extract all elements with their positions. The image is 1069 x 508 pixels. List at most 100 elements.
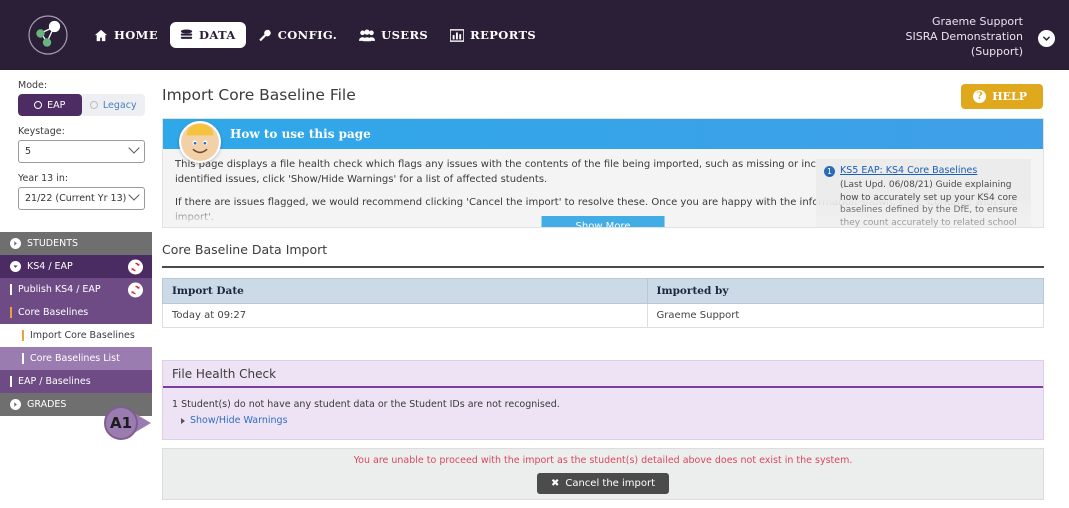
chevron-down-icon — [1043, 36, 1050, 41]
guide-link-box[interactable]: 1 KS5 EAP: KS4 Core Baselines (Last Upd.… — [816, 159, 1031, 228]
bar-chart-icon — [450, 28, 465, 42]
keystage-label: Keystage: — [18, 126, 65, 137]
radio-unselected-icon — [89, 101, 98, 109]
main-content: Import Core Baseline File ? HELP How to … — [152, 70, 1069, 508]
file-health-check-message: 1 Student(s) do not have any student dat… — [172, 399, 560, 410]
chevron-down-icon — [128, 189, 140, 201]
file-health-check-title: File Health Check — [163, 361, 1043, 388]
sidebar-item-ks4-eap[interactable]: KS4 / EAP — [0, 255, 152, 278]
question-mark-icon: ? — [973, 90, 987, 103]
nav-item-data[interactable]: DATA — [169, 22, 246, 48]
menu-tick-marker — [10, 376, 12, 387]
sidebar-item-core-baselines-list[interactable]: Core Baselines List — [0, 347, 152, 370]
page-title: Import Core Baseline File — [162, 86, 356, 104]
guide-number-badge: 1 — [824, 166, 835, 177]
file-health-check-body: 1 Student(s) do not have any student dat… — [163, 388, 1043, 437]
how-to-use-header: How to use this page — [163, 119, 1043, 149]
sync-icon[interactable] — [128, 282, 143, 297]
sidebar-item-students[interactable]: STUDENTS — [0, 232, 152, 255]
nav-label-config: CONFIG. — [277, 28, 338, 42]
section-title: Core Baseline Data Import — [162, 242, 328, 257]
nav-label-data: DATA — [198, 28, 236, 42]
nav-item-home[interactable]: HOME — [84, 22, 168, 48]
database-icon — [180, 28, 193, 42]
section-divider — [162, 266, 1044, 268]
mode-toggle-group[interactable]: EAP Legacy — [18, 94, 145, 116]
table-header-row: Import Date Imported by — [162, 278, 1045, 304]
sidebar-label-students: STUDENTS — [27, 238, 79, 249]
keystage-select[interactable]: 5 — [18, 140, 145, 163]
file-health-check-panel: File Health Check 1 Student(s) do not ha… — [162, 360, 1044, 440]
menu-tick-marker — [22, 330, 24, 341]
year-value: 21/22 (Current Yr 13) — [25, 193, 127, 204]
year-label: Year 13 in: — [18, 173, 69, 184]
mode-option-legacy[interactable]: Legacy — [82, 94, 146, 116]
circle-chevron-down-icon — [10, 261, 21, 272]
chevron-down-icon — [128, 142, 140, 154]
user-menu-toggle[interactable] — [1038, 30, 1055, 47]
sync-icon[interactable] — [128, 259, 143, 274]
sidebar-label-eap-baselines: EAP / Baselines — [18, 376, 91, 387]
mode-option-eap[interactable]: EAP — [18, 94, 82, 116]
menu-tick-marker — [10, 284, 12, 295]
cancel-import-label: Cancel the import — [565, 477, 656, 489]
sidebar-label-core-baselines-list: Core Baselines List — [30, 353, 120, 364]
left-sidebar: Mode: EAP Legacy Keystage: 5 Year 13 in:… — [0, 70, 152, 508]
help-button-label: HELP — [992, 90, 1027, 103]
year-select[interactable]: 21/22 (Current Yr 13) — [18, 187, 145, 210]
help-button[interactable]: ? HELP — [961, 84, 1043, 109]
guide-description: (Last Upd. 06/08/21) Guide explaining ho… — [840, 180, 1018, 228]
app-logo[interactable] — [18, 10, 78, 60]
column-header-import-date: Import Date — [162, 278, 648, 304]
user-organisation: SISRA Demonstration — [905, 30, 1023, 43]
nav-item-reports[interactable]: REPORTS — [440, 22, 546, 48]
menu-tick-marker — [22, 353, 24, 364]
nav-label-reports: REPORTS — [470, 28, 537, 42]
keystage-value: 5 — [25, 146, 32, 157]
show-hide-warnings-label: Show/Hide Warnings — [190, 415, 288, 426]
main-nav-items: HOME DATA CONFIG. USERS REPORTS — [84, 22, 546, 48]
how-to-use-title: How to use this page — [230, 127, 371, 141]
mode-option-legacy-label: Legacy — [102, 99, 137, 111]
import-error-message: You are unable to proceed with the impor… — [353, 454, 853, 466]
sidebar-label-import-core-baselines: Import Core Baselines — [30, 330, 135, 341]
users-icon — [359, 28, 376, 42]
top-navigation-bar: HOME DATA CONFIG. USERS REPORTS Graeme S… — [0, 0, 1069, 70]
show-hide-warnings-link[interactable]: Show/Hide Warnings — [181, 415, 1034, 426]
close-x-icon: ✖ — [550, 477, 560, 489]
cancel-import-button[interactable]: ✖ Cancel the import — [536, 472, 670, 494]
user-name: Graeme Support — [931, 15, 1023, 28]
table-row: Today at 09:27 Graeme Support — [162, 303, 1045, 328]
nav-label-users: USERS — [381, 28, 429, 42]
radio-selected-icon — [34, 101, 43, 109]
annotation-label-a1: A1 — [104, 406, 138, 440]
show-more-button[interactable]: Show More — [541, 216, 665, 227]
circle-arrow-icon — [10, 399, 21, 410]
sidebar-item-import-core-baselines[interactable]: Import Core Baselines — [0, 324, 152, 347]
cell-imported-by: Graeme Support — [646, 303, 1045, 328]
nav-item-config[interactable]: CONFIG. — [248, 22, 347, 48]
nav-item-users[interactable]: USERS — [349, 22, 438, 48]
user-role: (Support) — [970, 45, 1023, 58]
network-nodes-logo-icon — [28, 15, 68, 55]
wrench-icon — [258, 29, 272, 42]
user-info[interactable]: Graeme Support SISRA Demonstration (Supp… — [906, 14, 1023, 59]
guide-link-label: KS5 EAP: KS4 Core Baselines — [840, 165, 978, 176]
menu-tick-marker — [10, 307, 12, 318]
circle-arrow-icon — [10, 238, 21, 249]
sidebar-label-core-baselines: Core Baselines — [18, 307, 89, 318]
nav-label-home: HOME — [114, 28, 158, 42]
sidebar-menu: STUDENTS KS4 / EAP Publish KS4 / EAP Cor… — [0, 232, 152, 416]
cell-import-date: Today at 09:27 — [162, 303, 648, 328]
sidebar-item-eap-baselines[interactable]: EAP / Baselines — [0, 370, 152, 393]
sidebar-label-ks4-eap: KS4 / EAP — [27, 261, 73, 272]
annotation-marker-a1: A1 — [100, 404, 160, 442]
import-details-table: Import Date Imported by Today at 09:27 G… — [162, 278, 1045, 328]
mode-option-eap-label: EAP — [47, 99, 66, 111]
import-footer-panel: You are unable to proceed with the impor… — [162, 448, 1044, 500]
sidebar-item-core-baselines[interactable]: Core Baselines — [0, 301, 152, 324]
guide-link[interactable]: 1 KS5 EAP: KS4 Core Baselines — [824, 165, 1023, 177]
sidebar-label-publish-ks4-eap: Publish KS4 / EAP — [18, 284, 101, 295]
sidebar-item-publish-ks4-eap[interactable]: Publish KS4 / EAP — [0, 278, 152, 301]
home-icon — [94, 29, 108, 42]
